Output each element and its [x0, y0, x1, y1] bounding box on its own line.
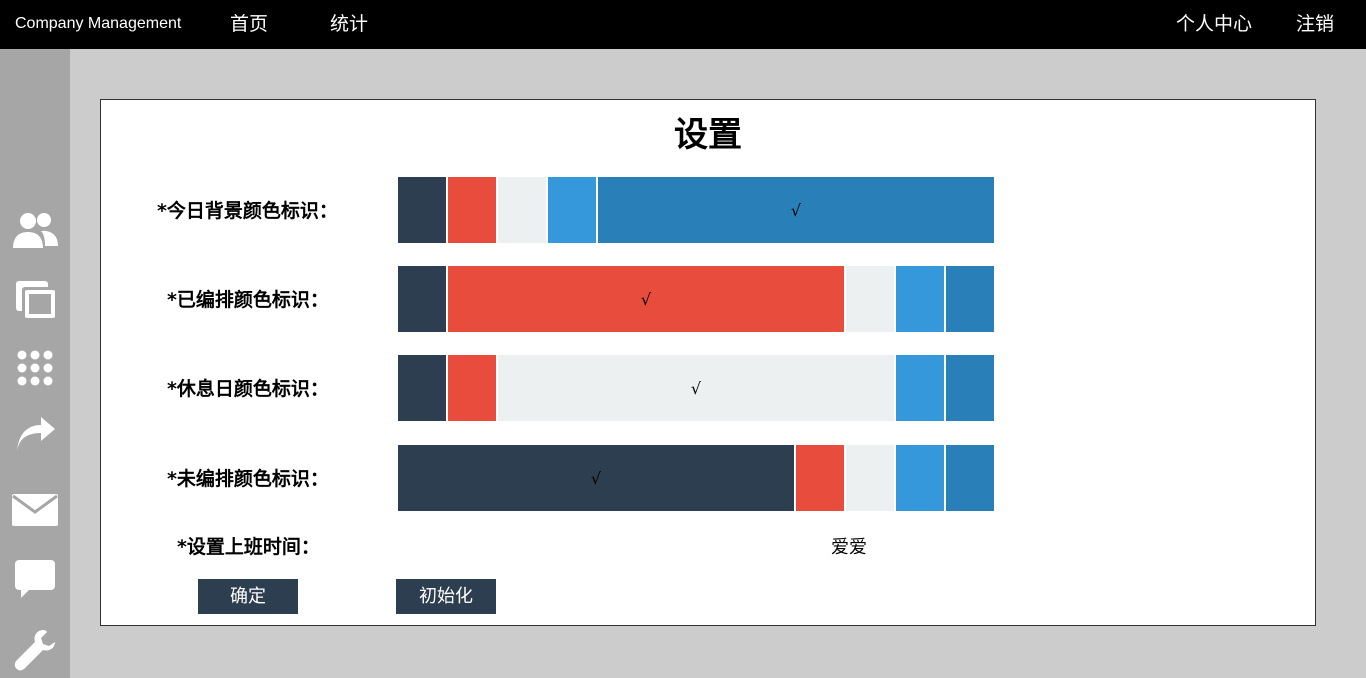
- users-icon[interactable]: [10, 207, 60, 253]
- check-mark: √: [640, 289, 652, 309]
- color-swatch[interactable]: [896, 445, 944, 511]
- nav-profile-link[interactable]: 个人中心: [1176, 12, 1252, 36]
- color-swatch[interactable]: √: [448, 266, 844, 332]
- today-color-label: *今日背景颜色标识：: [157, 200, 338, 222]
- restday-color-label: *休息日颜色标识：: [167, 378, 329, 400]
- nav-stats-link[interactable]: 统计: [330, 12, 368, 36]
- color-swatch[interactable]: [398, 177, 446, 243]
- color-swatch[interactable]: [946, 355, 994, 421]
- color-swatch[interactable]: [548, 177, 596, 243]
- top-navbar: Company Management 首页 统计 个人中心 注销: [0, 0, 1366, 49]
- color-swatch[interactable]: [398, 355, 446, 421]
- scheduled-color-label: *已编排颜色标识：: [167, 289, 329, 311]
- work-time-input[interactable]: 爱爱: [831, 536, 867, 560]
- color-swatch[interactable]: [498, 177, 546, 243]
- windows-icon[interactable]: [10, 276, 60, 322]
- wrench-icon[interactable]: [10, 627, 60, 673]
- nav-home-link[interactable]: 首页: [230, 12, 268, 36]
- today-color-picker: √: [398, 177, 994, 243]
- unscheduled-color-label: *未编排颜色标识：: [167, 468, 329, 490]
- grid-icon[interactable]: [10, 345, 60, 391]
- settings-panel: 设置 *今日背景颜色标识： √ *已编排颜色标识： √ *休息日颜色标识： √ …: [100, 99, 1316, 626]
- color-swatch[interactable]: [398, 266, 446, 332]
- share-icon[interactable]: [10, 414, 60, 460]
- reset-button[interactable]: 初始化: [396, 579, 496, 614]
- color-swatch[interactable]: [946, 266, 994, 332]
- color-swatch[interactable]: [896, 355, 944, 421]
- color-swatch[interactable]: √: [498, 355, 894, 421]
- chat-icon[interactable]: [10, 556, 60, 602]
- check-mark: √: [790, 200, 802, 220]
- color-swatch[interactable]: [448, 355, 496, 421]
- nav-logout-link[interactable]: 注销: [1296, 12, 1334, 36]
- color-swatch[interactable]: √: [398, 445, 794, 511]
- color-swatch[interactable]: [946, 445, 994, 511]
- scheduled-color-picker: √: [398, 266, 994, 332]
- restday-color-picker: √: [398, 355, 994, 421]
- confirm-button[interactable]: 确定: [198, 579, 298, 614]
- unscheduled-color-picker: √: [398, 445, 994, 511]
- work-time-label: *设置上班时间：: [177, 536, 320, 558]
- page-title: 设置: [674, 115, 742, 155]
- color-swatch[interactable]: [448, 177, 496, 243]
- check-mark: √: [590, 468, 602, 488]
- sidebar: [0, 49, 70, 678]
- mail-icon[interactable]: [10, 487, 60, 533]
- brand-title[interactable]: Company Management: [15, 14, 181, 34]
- color-swatch[interactable]: [846, 445, 894, 511]
- color-swatch[interactable]: [896, 266, 944, 332]
- color-swatch[interactable]: [796, 445, 844, 511]
- color-swatch[interactable]: [846, 266, 894, 332]
- color-swatch[interactable]: √: [598, 177, 994, 243]
- check-mark: √: [690, 378, 702, 398]
